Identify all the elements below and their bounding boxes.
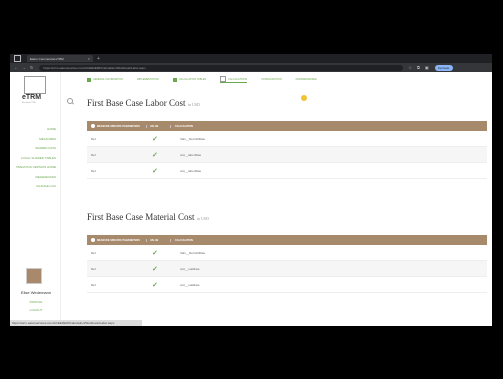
new-tab-icon[interactable]: + (97, 56, 100, 62)
logo-text: eTRM (22, 94, 42, 101)
header-param: MEASURE SPECIFIC PARAMETERS (87, 238, 146, 242)
tab-bar: Eaton Commercial eTRM ✕ + (10, 54, 492, 63)
table-row[interactable]: Ref ✓ unit__laborRate (87, 147, 487, 163)
step-implementation[interactable]: IMPLEMENTATION (137, 76, 159, 83)
back-icon[interactable]: ← (14, 65, 18, 70)
check-icon: ✓ (152, 151, 158, 159)
calc-cell: unit__laborRate (180, 152, 202, 157)
param-cell: Ref (91, 266, 96, 271)
profile-button[interactable]: Inprivate (434, 64, 453, 71)
url-input[interactable]: https://etrm.eatonservices.com/ACEEI/EMI… (39, 64, 404, 71)
step-calculation-tables[interactable]: CALCULATION TABLES (172, 76, 207, 83)
table-row[interactable]: Ref ✓ unit__laborRate (87, 163, 487, 179)
table-row[interactable]: Ref ✓ unit__matRate (87, 261, 487, 277)
status-bar-url: https://etrm.eatonservices.com/ACEEI/EMI… (10, 320, 142, 326)
check-icon: ✓ (152, 135, 158, 143)
step-label: GENERAL INFORMATION (93, 78, 123, 81)
table-row[interactable]: Ref ✓ Val1__RetrofitRate (87, 131, 487, 147)
window-menu-icon[interactable] (14, 55, 21, 62)
table-row[interactable]: Ref ✓ unit__matRate (87, 277, 487, 293)
check-icon: ✓ (152, 167, 158, 175)
section-unit: in USD (187, 102, 200, 107)
calc-cell: unit__matRate (180, 266, 200, 271)
section-unit: in USD (196, 216, 209, 221)
step-label: IMPLEMENTATION (136, 78, 159, 81)
header-label: MEASURE SPECIFIC PARAMETERS (97, 124, 140, 128)
collections-icon[interactable]: ▣ (425, 65, 429, 70)
mouse-cursor-highlight (301, 95, 307, 101)
sidebar-nav: HOME MEASURES SHARED DATA LOCAL SHARED T… (16, 127, 56, 195)
check-icon: ✓ (152, 249, 158, 257)
check-icon (172, 77, 177, 82)
logo-icon (24, 76, 46, 94)
square-icon (220, 76, 227, 82)
logo-subtitle: Electronic TRM (22, 102, 36, 104)
video-frame: Eaton Commercial eTRM ✕ + ← → ↻ https://… (0, 0, 503, 379)
step-general-information[interactable]: GENERAL INFORMATION (87, 76, 123, 83)
labor-cost-table: MEASURE SPECIFIC PARAMETERS VALUE CALCUL… (87, 121, 487, 179)
section-title-labor: First Base Case Labor Cost in USD (87, 98, 200, 108)
avatar[interactable] (26, 268, 42, 284)
user-name: Elise Wedemann (20, 290, 52, 295)
param-cell: Ref (91, 152, 96, 157)
table-header: MEASURE SPECIFIC PARAMETERS VALUE CALCUL… (87, 121, 487, 131)
calc-cell: Val1__RetrofitRate (180, 250, 206, 255)
param-cell: Ref (91, 250, 96, 255)
param-cell: Ref (91, 168, 96, 173)
browser-window: Eaton Commercial eTRM ✕ + ← → ↻ https://… (10, 54, 492, 326)
sidebar: eTRM Electronic TRM HOME MEASURES SHARED… (10, 72, 60, 326)
sidebar-item-shared-data[interactable]: SHARED DATA (16, 146, 56, 151)
calc-cell: unit__matRate (180, 282, 200, 287)
info-icon (91, 238, 95, 242)
logout-link[interactable]: LOGOUT (16, 308, 56, 312)
search-column (60, 72, 84, 326)
browser-tab[interactable]: Eaton Commercial eTRM ✕ (27, 55, 93, 62)
check-icon: ✓ (152, 265, 158, 273)
main-content: GENERAL INFORMATION IMPLEMENTATION CALCU… (83, 72, 492, 326)
header-calculation: CALCULATION (170, 238, 193, 242)
extension-icon[interactable]: ⧉ (417, 65, 420, 70)
material-cost-table: MEASURE SPECIFIC PARAMETERS VALUE CALCUL… (87, 235, 487, 293)
refresh-icon[interactable]: ↻ (30, 65, 33, 70)
sidebar-item-previous-version[interactable]: PREVIOUS VERSION HOME (16, 165, 56, 170)
check-icon (87, 77, 91, 82)
step-label: CONSOLIDATION (261, 78, 282, 81)
header-value: VALUE (146, 238, 170, 242)
table-header: MEASURE SPECIFIC PARAMETERS VALUE CALCUL… (87, 235, 487, 245)
header-calculation: CALCULATION (170, 124, 193, 128)
sidebar-item-home[interactable]: HOME (16, 127, 56, 132)
header-label: MEASURE SPECIFIC PARAMETERS (97, 238, 140, 242)
calc-cell: Val1__RetrofitRate (180, 136, 206, 141)
step-label: PARAMETERIZED (295, 78, 317, 81)
sidebar-item-change-log[interactable]: CHANGE LOG (16, 184, 56, 189)
param-cell: Ref (91, 136, 96, 141)
header-param: MEASURE SPECIFIC PARAMETERS (87, 124, 146, 128)
step-parameterized[interactable]: PARAMETERIZED (296, 76, 317, 83)
tab-title: Eaton Commercial eTRM (30, 56, 64, 61)
close-tab-icon[interactable]: ✕ (87, 57, 90, 61)
calc-cell: unit__laborRate (180, 168, 202, 173)
section-title-text: First Base Case Labor Cost (87, 98, 186, 108)
param-cell: Ref (91, 282, 96, 287)
table-row[interactable]: Ref ✓ Val1__RetrofitRate (87, 245, 487, 261)
step-consolidation[interactable]: CONSOLIDATION (261, 76, 282, 83)
sidebar-item-references[interactable]: REFERENCES (16, 175, 56, 180)
step-calculations[interactable]: CALCULATIONS (220, 76, 248, 83)
star-icon[interactable]: ☆ (408, 65, 412, 70)
step-label: CALCULATION TABLES (178, 78, 207, 81)
check-icon: ✓ (152, 281, 158, 289)
step-label: CALCULATIONS (228, 77, 248, 81)
search-icon[interactable] (67, 98, 73, 104)
address-bar-row: ← → ↻ https://etrm.eatonservices.com/ACE… (10, 63, 492, 72)
step-nav: GENERAL INFORMATION IMPLEMENTATION CALCU… (87, 76, 331, 83)
profile-link[interactable]: PROFILE (16, 300, 56, 304)
sidebar-item-measures[interactable]: MEASURES (16, 137, 56, 142)
sidebar-item-local-shared-tables[interactable]: LOCAL SHARED TABLES (16, 156, 56, 161)
info-icon (91, 124, 95, 128)
section-title-material: First Base Case Material Cost in USD (87, 212, 209, 222)
section-title-text: First Base Case Material Cost (87, 212, 195, 222)
header-value: VALUE (146, 124, 170, 128)
forward-icon[interactable]: → (22, 65, 26, 70)
